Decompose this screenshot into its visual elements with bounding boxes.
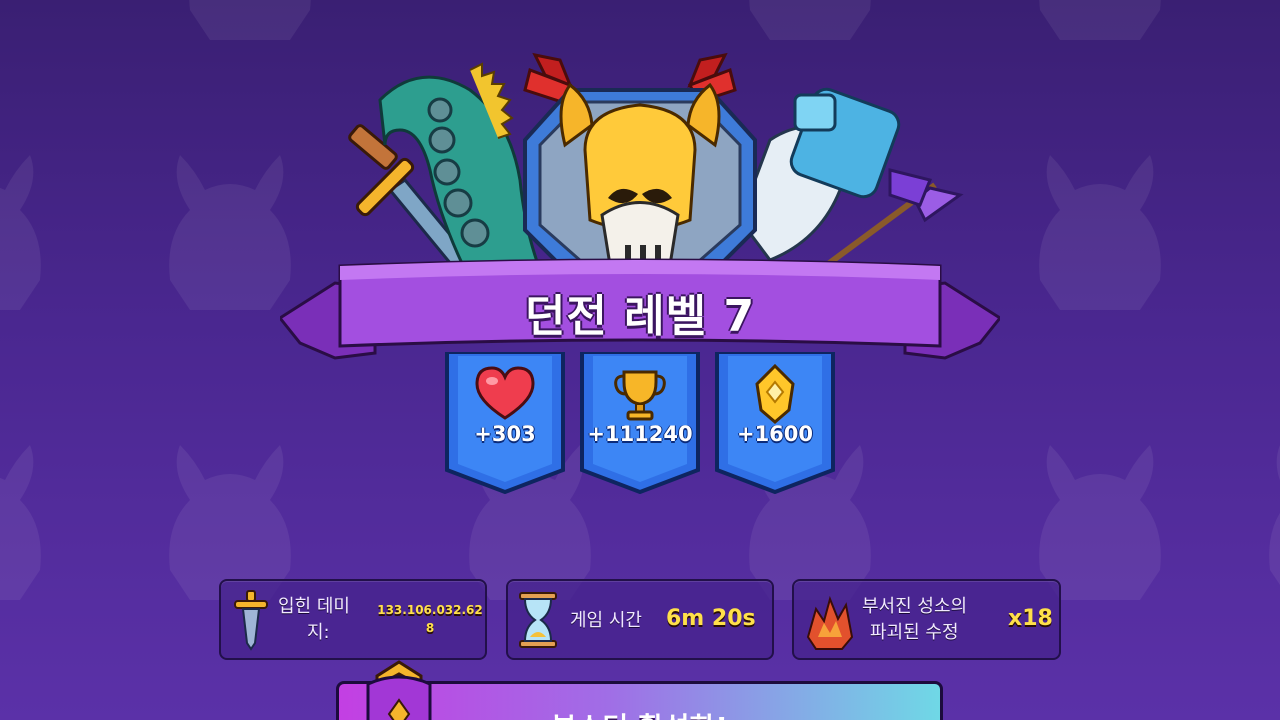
booster-badge-icon (366, 660, 432, 720)
trophy-icon (614, 370, 666, 421)
gem-icon (755, 364, 795, 424)
dungeon-emblem (330, 40, 970, 282)
dungeon-level-title: 던전 레벨 7 (524, 291, 756, 342)
game-time-value: 6m 20s (666, 606, 756, 631)
rewards-row: +303 +111240 +1600 (444, 352, 836, 497)
game-time-label: 게임 시간 (570, 610, 642, 631)
reward-value-gems: +1600 (736, 422, 814, 446)
reward-banner-trophies: +111240 (579, 352, 701, 494)
crystals-label-line1: 부서진 성소의 (862, 596, 968, 617)
stat-card-crystals: 부서진 성소의 파괴된 수정 x18 (792, 579, 1061, 660)
reward-banner-hearts: +303 (444, 352, 566, 494)
reward-banner-gems: +1600 (714, 352, 836, 494)
dagger-icon (234, 590, 268, 651)
crystals-label-line2: 파괴된 수정 (870, 622, 959, 643)
damage-label-line1: 입힌 데미 (278, 596, 350, 617)
crystals-value: x18 (1008, 606, 1053, 631)
hourglass-icon (519, 592, 557, 648)
damage-value-line2: 8 (425, 621, 435, 635)
stat-card-game-time: 게임 시간 6m 20s (506, 579, 774, 660)
ice-fist-icon (738, 87, 901, 262)
reward-value-hearts: +303 (474, 422, 536, 446)
stat-card-damage: 입힌 데미 지: 133.106.032.62 8 (219, 579, 487, 660)
damage-value-line1: 133.106.032.62 (377, 603, 483, 617)
heart-icon (475, 366, 535, 420)
reward-value-trophies: +111240 (587, 422, 693, 446)
damage-label-line2: 지: (307, 622, 330, 643)
crystal-icon (806, 595, 854, 650)
